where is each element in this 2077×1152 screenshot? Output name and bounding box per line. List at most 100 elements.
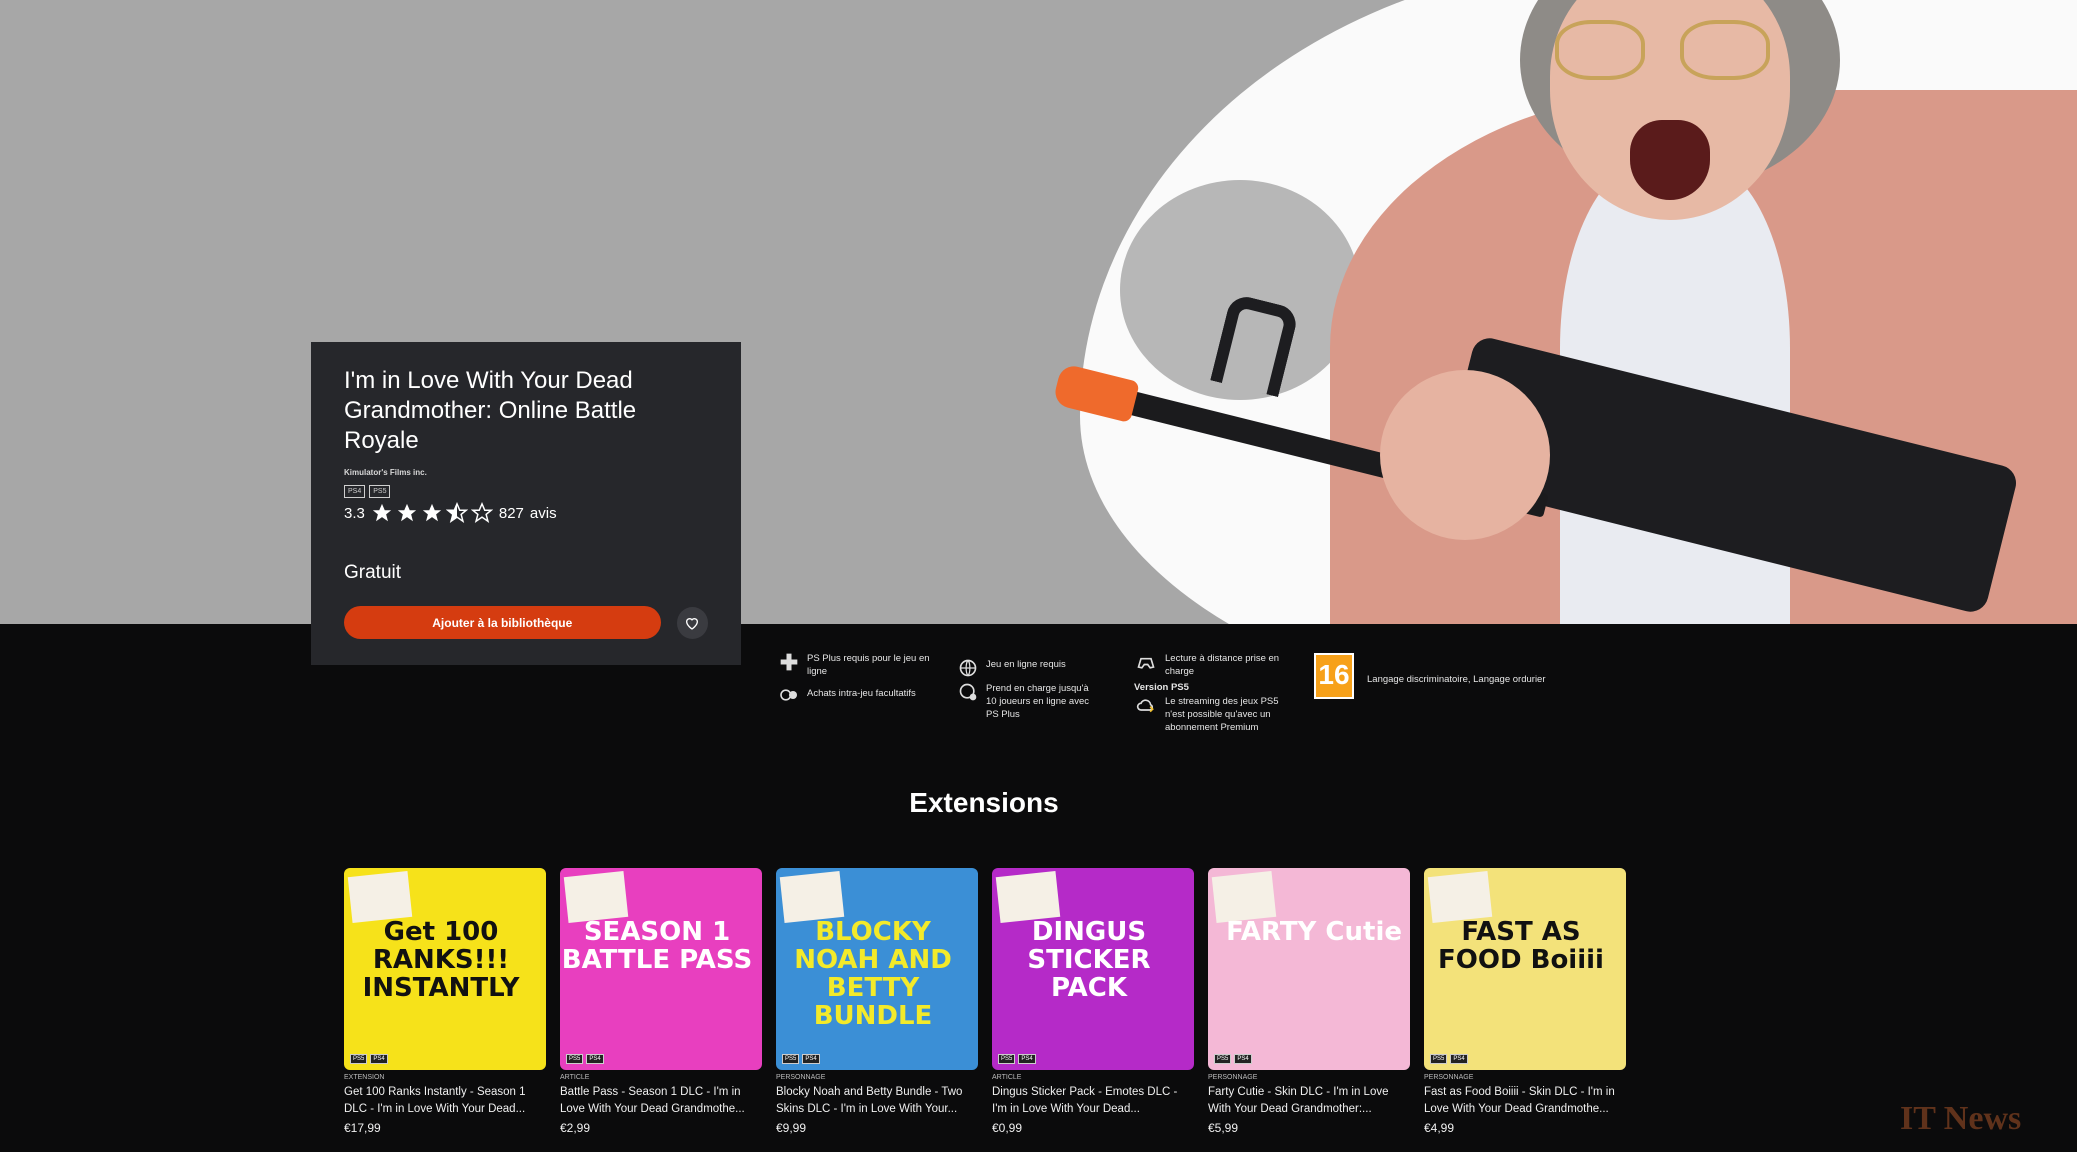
star-full-icon (397, 503, 417, 522)
extension-price: €9,99 (776, 1121, 807, 1135)
feature-psplus-line2: ligne (807, 666, 828, 677)
platform-badge-ps4: PS4 (586, 1054, 604, 1064)
platform-badge-ps5: PS5 (1430, 1054, 1448, 1064)
feature-psplus-line1: PS Plus requis pour le jeu en (807, 653, 930, 664)
hero-glasses-right (1680, 20, 1770, 80)
extension-art-text: FARTY Cutie (1226, 917, 1402, 947)
purchase-row: Ajouter à la bibliothèque (344, 606, 708, 639)
extension-kind: Article (992, 1074, 1022, 1081)
platform-badges: PS4 PS5 (344, 485, 708, 498)
rating-row[interactable]: 3.3 827 avis (344, 502, 708, 524)
feature-players-line1: Prend en charge jusqu'à (986, 683, 1089, 694)
extension-price: €17,99 (344, 1121, 381, 1135)
feature-players-line3: PS Plus (986, 709, 1020, 720)
extension-art-text: SEASON 1 BATTLE PASS (561, 917, 753, 975)
feature-players-line2: 10 joueurs en ligne avec (986, 696, 1089, 707)
extension-artwork[interactable]: FARTY Cutie PS5 PS4 (1208, 868, 1410, 1070)
reviews-label: avis (529, 504, 557, 522)
extension-platforms: PS5 PS4 (782, 1054, 820, 1064)
extensions-grid: Get 100 RANKS!!! INSTANTLY PS5 PS4 Exten… (344, 868, 1626, 1135)
extensions-heading: Extensions (909, 787, 1059, 818)
extension-tile[interactable]: SEASON 1 BATTLE PASS PS5 PS4 Article Bat… (560, 868, 762, 1135)
extension-kind: Extension (344, 1074, 385, 1081)
extension-artwork[interactable]: BLOCKY NOAH AND BETTY BUNDLE PS5 PS4 (776, 868, 978, 1070)
rating-stars (371, 502, 493, 524)
platform-badge-ps5: PS5 (350, 1054, 368, 1064)
extension-artwork[interactable]: DINGUS STICKER PACK PS5 PS4 (992, 868, 1194, 1070)
game-logo-sticker (563, 870, 629, 924)
platform-badge-ps4: PS4 (344, 485, 366, 498)
extension-tile[interactable]: BLOCKY NOAH AND BETTY BUNDLE PS5 PS4 Per… (776, 868, 978, 1135)
feature-players: Prend en charge jusqu'à 10 joueurs en lig… (958, 682, 1089, 721)
extension-tile[interactable]: FAST AS FOOD Boiiii PS5 PS4 Personnage F… (1424, 868, 1626, 1135)
hero-character-mouth (1630, 120, 1710, 200)
wishlist-button[interactable] (676, 606, 708, 639)
controller-icon (1137, 657, 1155, 669)
feature-descriptors: Langage discriminatoire, Langage ordurie… (1367, 673, 1546, 686)
feature-streaming-line3: abonnement Premium (1165, 722, 1259, 733)
feature-remote-line1: Lecture à distance prise en (1165, 653, 1280, 664)
publisher-name: Kimulator's Films inc. (344, 468, 427, 477)
extension-name[interactable]: Get 100 Ranks Instantly - Season 1 DLC -… (344, 1084, 546, 1118)
platform-badge-ps4: PS4 (1018, 1054, 1036, 1064)
extension-kind: Personnage (1208, 1074, 1258, 1081)
reviews-count: 827 (498, 504, 524, 522)
hero-character-hand (1380, 370, 1550, 540)
platform-badge-ps4: PS4 (1450, 1054, 1468, 1064)
game-logo-sticker (347, 870, 413, 924)
extension-art-text: BLOCKY NOAH AND BETTY BUNDLE (794, 917, 952, 1031)
game-features: PS Plus requis pour le jeu en ligne Achat… (775, 652, 1625, 742)
platform-badge-ps4: PS4 (1234, 1054, 1252, 1064)
globe-icon (959, 659, 977, 677)
extension-platforms: PS5 PS4 (1214, 1054, 1252, 1064)
game-logo-sticker (779, 870, 845, 924)
feature-iap: Achats intra-jeu facultatifs (779, 687, 916, 703)
feature-streaming: Le streaming des jeux PS5 n'est possible … (1135, 695, 1279, 734)
extension-art-text: Get 100 RANKS!!! INSTANTLY (362, 917, 520, 1003)
game-logo-sticker (1211, 870, 1277, 924)
star-full-icon (422, 503, 442, 522)
extension-platforms: PS5 PS4 (350, 1054, 388, 1064)
extension-name[interactable]: Battle Pass - Season 1 DLC - I'm in Love… (560, 1084, 762, 1118)
extension-price: €0,99 (992, 1121, 1023, 1135)
extension-art-text: DINGUS STICKER PACK (1027, 917, 1151, 1003)
heart-icon (686, 617, 699, 630)
extension-kind: Article (560, 1074, 590, 1081)
shopping-icon (780, 689, 797, 701)
star-half-icon (445, 502, 468, 523)
extension-tile[interactable]: Get 100 RANKS!!! INSTANTLY PS5 PS4 Exten… (344, 868, 546, 1135)
watermark-logo: IT News (1900, 1100, 2022, 1137)
content-descriptors-text: Langage discriminatoire, Langage ordurie… (1367, 674, 1546, 685)
extension-artwork[interactable]: FAST AS FOOD Boiiii PS5 PS4 (1424, 868, 1626, 1070)
platform-badge-ps5: PS5 (369, 485, 391, 498)
cloud-streaming-icon (1136, 699, 1154, 713)
extension-artwork[interactable]: Get 100 RANKS!!! INSTANTLY PS5 PS4 (344, 868, 546, 1070)
game-info-card: I'm in Love With Your Dead Grandmother: … (311, 342, 741, 665)
feature-streaming-line1: Le streaming des jeux PS5 (1165, 696, 1279, 707)
extension-kind: Personnage (1424, 1074, 1474, 1081)
extension-artwork[interactable]: SEASON 1 BATTLE PASS PS5 PS4 (560, 868, 762, 1070)
feature-online-text: Jeu en ligne requis (986, 659, 1066, 670)
feature-version: Version PS5 (1134, 681, 1189, 694)
platform-badge-ps5: PS5 (566, 1054, 584, 1064)
extension-tile[interactable]: DINGUS STICKER PACK PS5 PS4 Article Ding… (992, 868, 1194, 1135)
extension-tile[interactable]: FARTY Cutie PS5 PS4 Personnage Farty Cut… (1208, 868, 1410, 1135)
game-logo-sticker (995, 870, 1061, 924)
extension-price: €4,99 (1424, 1121, 1455, 1135)
extension-name[interactable]: Fast as Food Boiiii - Skin DLC - I'm in … (1424, 1084, 1626, 1118)
platform-badge-ps5: PS5 (998, 1054, 1016, 1064)
rating-value: 3.3 (344, 504, 365, 522)
feature-version-text: Version PS5 (1134, 682, 1189, 693)
extension-name[interactable]: Blocky Noah and Betty Bundle - Two Skins… (776, 1084, 978, 1118)
pegi-age-rating-badge: 16 (1314, 653, 1354, 699)
extension-name[interactable]: Dingus Sticker Pack - Emotes DLC - I'm i… (992, 1084, 1194, 1118)
ps-plus-icon (780, 653, 798, 671)
add-to-library-button[interactable]: Ajouter à la bibliothèque (344, 606, 661, 639)
feature-psplus: PS Plus requis pour le jeu en ligne (779, 652, 930, 678)
platform-badge-ps5: PS5 (1214, 1054, 1232, 1064)
extension-name[interactable]: Farty Cutie - Skin DLC - I'm in Love Wit… (1208, 1084, 1410, 1118)
extension-price: €5,99 (1208, 1121, 1239, 1135)
game-title: I'm in Love With Your Dead Grandmother: … (344, 367, 637, 454)
extension-art-text: FAST AS FOOD Boiiii (1438, 917, 1604, 975)
hero-glasses-left (1555, 20, 1645, 80)
